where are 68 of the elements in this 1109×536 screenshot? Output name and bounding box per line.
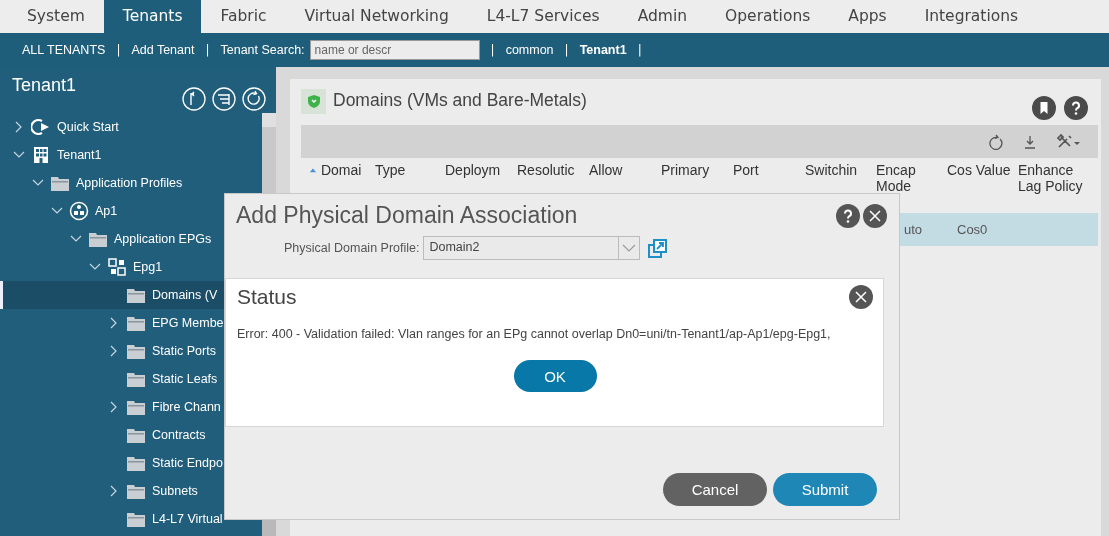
submit-button[interactable]: Submit [773, 473, 877, 506]
tree-item[interactable]: Application EPGs [114, 232, 212, 246]
nav-tab[interactable]: Virtual Networking [285, 0, 468, 33]
tree-item[interactable]: Tenant1 [57, 148, 102, 162]
tools-icon[interactable] [1057, 133, 1081, 150]
tree-item[interactable]: Static Leafs [152, 372, 218, 386]
tenant-link[interactable]: Tenant1 [579, 43, 627, 57]
separator: | [205, 43, 210, 57]
nav-tab[interactable]: Apps [829, 0, 906, 33]
separator: | [490, 43, 495, 57]
error-message: Error: 400 - Validation failed: Vlan ranges for an EPg cannot overlap Dn0=uni/tn-Tenant1/ap-Ap1/epg-Epg1, [237, 326, 832, 342]
tree-item[interactable]: Static Ports [152, 344, 216, 358]
sidebar-title: Tenant1 [12, 75, 77, 97]
separator: | [637, 43, 642, 57]
nav-tab[interactable]: System [8, 0, 104, 33]
tree-item[interactable]: Contracts [152, 428, 206, 442]
search-field[interactable]: name or descr [309, 40, 480, 60]
play-circle-icon [31, 117, 51, 137]
tree-item[interactable]: Ap1 [95, 204, 118, 218]
circle-boxes-icon [69, 201, 89, 221]
tree-item[interactable]: Static Endpo [152, 456, 223, 470]
table-cell: Cos0 [957, 222, 988, 237]
ok-button[interactable]: OK [513, 360, 597, 392]
close-icon[interactable] [863, 203, 887, 228]
tree-item[interactable]: Fibre Chann [152, 400, 221, 414]
help-icon[interactable] [836, 203, 860, 228]
dropdown-field[interactable]: Domain2 [423, 236, 641, 260]
tree-item[interactable]: Domains (V [152, 288, 218, 302]
download-icon[interactable] [1022, 133, 1038, 150]
field-label: Physical Domain Profile: [284, 241, 420, 255]
cancel-button[interactable]: Cancel [663, 473, 767, 506]
bookmark-icon[interactable] [1032, 96, 1056, 120]
chevron-down-icon [622, 242, 637, 254]
tree-item[interactable]: Quick Start [57, 120, 119, 134]
separator: | [564, 43, 569, 57]
nav-tab[interactable]: Operations [706, 0, 830, 33]
nav-tab[interactable]: L4-L7 Services [467, 0, 619, 33]
dialog-title: Add Physical Domain Association [236, 202, 579, 229]
nav-tab[interactable]: Fabric [201, 0, 286, 33]
separator: | [116, 43, 121, 57]
tenant-link[interactable]: Add Tenant [131, 43, 195, 57]
filter-list-icon[interactable] [212, 87, 236, 111]
tree-item[interactable]: Epg1 [133, 260, 163, 274]
column-header[interactable]: Enhance Lag Policy [1016, 158, 1086, 213]
building-icon [31, 145, 51, 165]
nav-tab[interactable]: Tenants [103, 0, 202, 33]
refresh-icon[interactable] [987, 133, 1003, 150]
nav-tab[interactable]: Admin [618, 0, 707, 33]
status-title: Status [237, 285, 297, 309]
external-link-icon[interactable] [648, 238, 668, 258]
tenant-link[interactable]: ALL TENANTS [22, 43, 106, 57]
tree-item[interactable]: Subnets [152, 484, 198, 498]
close-icon[interactable] [849, 285, 873, 309]
squares-icon [107, 257, 127, 277]
tree-item[interactable]: L4-L7 Virtual [152, 512, 223, 526]
tree-item[interactable]: Application Profiles [76, 176, 183, 190]
column-header[interactable]: Cos Value [945, 158, 1016, 213]
shield-icon [306, 94, 321, 109]
search-label: Tenant Search: [220, 43, 305, 57]
tree-item[interactable]: EPG Membe [152, 316, 224, 330]
help-icon[interactable] [1064, 96, 1088, 120]
nav-tab[interactable]: Integrations [905, 0, 1038, 33]
refresh-icon[interactable] [242, 87, 266, 111]
table-cell: uto [904, 222, 923, 237]
collapse-icon[interactable] [182, 87, 206, 111]
panel-title: Domains (VMs and Bare-Metals) [333, 90, 588, 111]
column-header[interactable]: Encap Mode [874, 158, 945, 213]
tenant-link[interactable]: common [505, 43, 554, 57]
